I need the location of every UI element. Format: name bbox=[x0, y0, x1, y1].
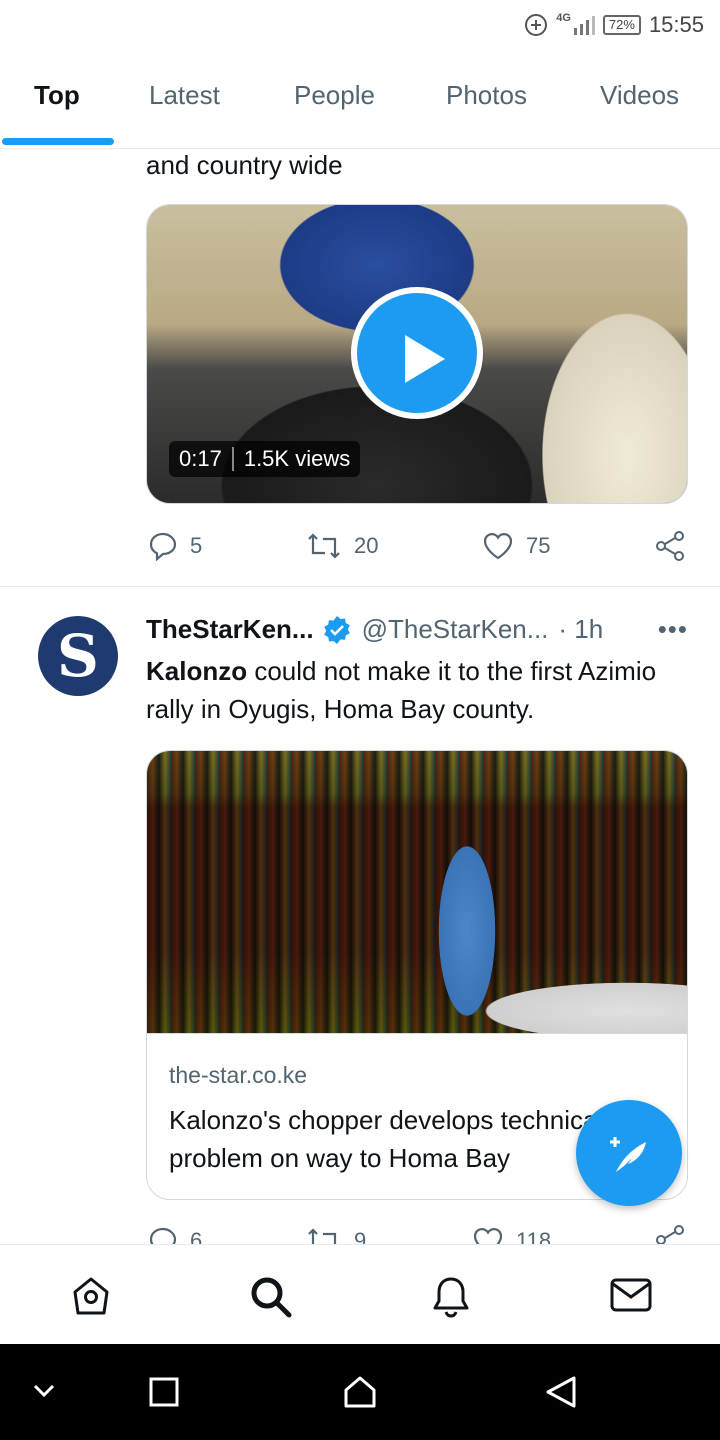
compose-feather-icon bbox=[610, 1137, 646, 1172]
like-button[interactable]: 75 bbox=[482, 531, 550, 561]
tweet-time: · 1h bbox=[558, 614, 604, 644]
tweet-text-bold: Kalonzo bbox=[146, 656, 248, 686]
share-icon bbox=[656, 531, 684, 561]
search-tabs: Top Latest People Photos Videos bbox=[0, 52, 720, 149]
tweet-divider bbox=[0, 586, 720, 587]
heart-icon bbox=[473, 1228, 503, 1244]
video-duration: 0:17 bbox=[179, 446, 222, 471]
tab-top[interactable]: Top bbox=[34, 80, 80, 111]
battery-indicator: 72% bbox=[602, 15, 641, 35]
link-card-domain: the-star.co.ke bbox=[169, 1062, 308, 1088]
reply-count: 5 bbox=[190, 533, 203, 558]
author-name[interactable]: TheStarKen... bbox=[146, 614, 314, 645]
retweet-button[interactable]: 20 bbox=[306, 531, 378, 561]
author-handle[interactable]: @TheStarKen... bbox=[362, 614, 549, 645]
tweet-text: and country wide bbox=[146, 150, 343, 180]
search-icon[interactable] bbox=[249, 1275, 293, 1319]
reply-icon bbox=[149, 1227, 177, 1244]
like-count: 118 bbox=[516, 1228, 552, 1244]
retweet-count: 9 bbox=[354, 1228, 367, 1244]
reply-icon bbox=[149, 532, 177, 561]
tweet-actions-partial: 6 9 118 bbox=[0, 1222, 720, 1244]
home-icon[interactable] bbox=[70, 1275, 112, 1317]
play-icon bbox=[405, 335, 445, 383]
more-options-button[interactable]: ••• bbox=[658, 614, 688, 645]
share-button[interactable] bbox=[654, 1224, 686, 1244]
avatar[interactable]: S bbox=[38, 616, 118, 696]
retweet-button[interactable]: 9 bbox=[306, 1226, 366, 1244]
tweet-text: Kalonzo could not make it to the first A… bbox=[146, 652, 686, 728]
hide-keyboard-icon[interactable] bbox=[32, 1382, 56, 1400]
like-count: 75 bbox=[526, 533, 551, 558]
video-player[interactable]: 0:17 1.5K views bbox=[146, 204, 688, 504]
status-indicators: 4G 72% 15:55 bbox=[524, 12, 704, 38]
tab-videos[interactable]: Videos bbox=[600, 80, 679, 111]
verified-badge-icon bbox=[323, 615, 350, 644]
active-tab-indicator bbox=[2, 138, 114, 145]
card-divider bbox=[147, 1033, 687, 1034]
system-navigation-bar bbox=[0, 1344, 720, 1440]
tab-latest[interactable]: Latest bbox=[149, 80, 220, 111]
like-button[interactable]: 118 bbox=[472, 1226, 551, 1244]
recents-icon[interactable] bbox=[148, 1376, 180, 1408]
share-button[interactable] bbox=[654, 530, 686, 562]
play-button[interactable] bbox=[351, 287, 483, 419]
avatar-logo-letter: S bbox=[57, 622, 99, 690]
video-info-badge: 0:17 1.5K views bbox=[169, 441, 361, 477]
home-button-icon[interactable] bbox=[342, 1374, 378, 1410]
reply-button[interactable]: 6 bbox=[148, 1226, 202, 1244]
notifications-icon[interactable] bbox=[430, 1275, 472, 1319]
reply-count: 6 bbox=[190, 1228, 203, 1244]
back-icon[interactable] bbox=[544, 1374, 578, 1410]
badge-separator bbox=[231, 447, 234, 471]
heart-icon bbox=[483, 533, 513, 560]
clock: 15:55 bbox=[648, 12, 704, 37]
tab-photos[interactable]: Photos bbox=[446, 80, 527, 111]
reply-button[interactable]: 5 bbox=[148, 531, 202, 561]
data-saver-icon bbox=[525, 14, 548, 36]
video-views: 1.5K views bbox=[243, 446, 351, 471]
link-card-image bbox=[147, 751, 687, 1033]
compose-tweet-button[interactable] bbox=[576, 1100, 682, 1206]
tab-people[interactable]: People bbox=[294, 80, 375, 111]
retweet-count: 20 bbox=[354, 533, 379, 558]
status-bar: 4G 72% 15:55 bbox=[0, 0, 720, 52]
signal-icon bbox=[573, 16, 595, 35]
link-card-title: Kalonzo's chopper develops technical pro… bbox=[169, 1105, 604, 1173]
network-type: 4G bbox=[556, 12, 571, 24]
bottom-navigation bbox=[0, 1244, 720, 1345]
retweet-icon bbox=[308, 533, 340, 559]
retweet-icon bbox=[308, 1228, 337, 1244]
share-icon bbox=[656, 1225, 684, 1244]
tweet-header: TheStarKen... @TheStarKen... · 1h bbox=[146, 614, 603, 645]
messages-icon[interactable] bbox=[609, 1275, 653, 1315]
tweet-actions: 5 20 75 bbox=[0, 526, 720, 566]
